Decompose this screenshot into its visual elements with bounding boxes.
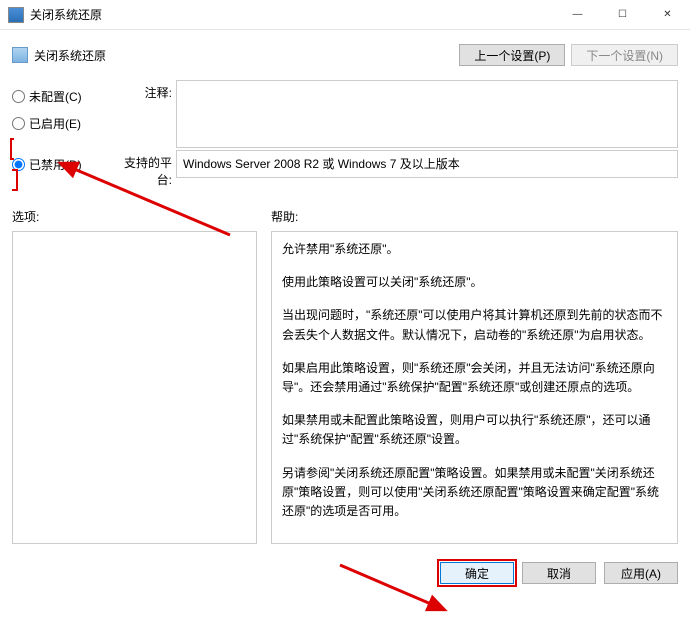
radio-enabled-label: 已启用(E)	[29, 115, 81, 132]
help-p3: 当出现问题时，"系统还原"可以使用户将其计算机还原到先前的状态而不会丢失个人数据…	[282, 306, 667, 344]
platform-box: Windows Server 2008 R2 或 Windows 7 及以上版本	[176, 150, 678, 178]
comment-textarea[interactable]	[176, 80, 678, 148]
policy-title: 关闭系统还原	[34, 47, 106, 64]
radio-not-configured-input[interactable]	[12, 90, 25, 103]
policy-icon	[12, 47, 28, 63]
radio-enabled-input[interactable]	[12, 117, 25, 130]
radio-disabled-input[interactable]	[12, 158, 25, 171]
radio-disabled[interactable]: 已禁用(D)	[12, 156, 112, 173]
cancel-button[interactable]: 取消	[522, 562, 596, 584]
footer: 确定 取消 应用(A)	[0, 552, 690, 594]
radio-enabled[interactable]: 已启用(E)	[12, 115, 112, 132]
help-p5: 如果禁用或未配置此策略设置，则用户可以执行"系统还原"，还可以通过"系统保护"配…	[282, 411, 667, 449]
help-p4: 如果启用此策略设置，则"系统还原"会关闭，并且无法访问"系统还原向导"。还会禁用…	[282, 359, 667, 397]
titlebar: 关闭系统还原 — ☐ ✕	[0, 0, 690, 30]
ok-button[interactable]: 确定	[440, 562, 514, 584]
next-setting-button[interactable]: 下一个设置(N)	[571, 44, 678, 66]
app-icon	[8, 7, 24, 23]
radio-not-configured[interactable]: 未配置(C)	[12, 88, 112, 105]
prev-setting-button[interactable]: 上一个设置(P)	[459, 44, 565, 66]
window-title: 关闭系统还原	[30, 6, 555, 23]
platform-text: Windows Server 2008 R2 或 Windows 7 及以上版本	[183, 157, 460, 171]
help-p2: 使用此策略设置可以关闭"系统还原"。	[282, 273, 667, 292]
close-button[interactable]: ✕	[645, 0, 690, 29]
header: 关闭系统还原 上一个设置(P) 下一个设置(N)	[0, 30, 690, 80]
radio-disabled-label: 已禁用(D)	[29, 156, 82, 173]
help-label: 帮助:	[271, 208, 678, 225]
options-label: 选项:	[12, 208, 257, 225]
help-box: 允许禁用"系统还原"。 使用此策略设置可以关闭"系统还原"。 当出现问题时，"系…	[271, 231, 678, 544]
apply-button[interactable]: 应用(A)	[604, 562, 678, 584]
maximize-button[interactable]: ☐	[600, 0, 645, 29]
minimize-button[interactable]: —	[555, 0, 600, 29]
help-p6: 另请参阅"关闭系统还原配置"策略设置。如果禁用或未配置"关闭系统还原"策略设置，…	[282, 464, 667, 522]
radio-not-configured-label: 未配置(C)	[29, 88, 82, 105]
help-p1: 允许禁用"系统还原"。	[282, 240, 667, 259]
comment-label: 注释:	[112, 80, 176, 101]
options-box	[12, 231, 257, 544]
platform-label: 支持的平台:	[112, 150, 176, 188]
